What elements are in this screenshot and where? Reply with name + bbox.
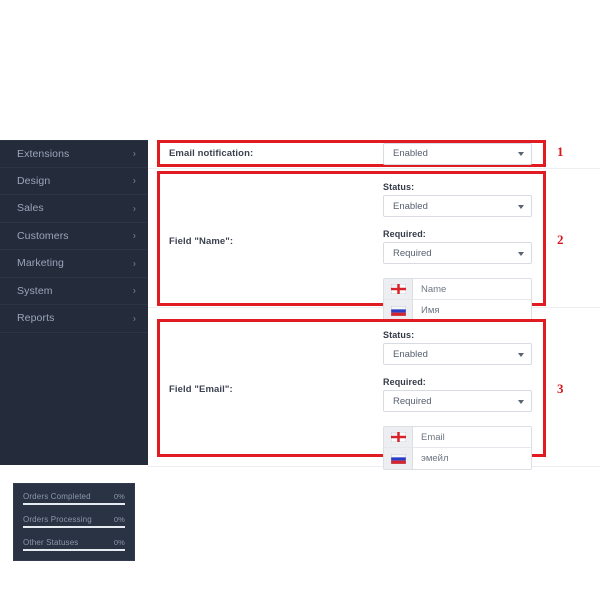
sidebar-item-label: Marketing bbox=[17, 257, 65, 270]
sidebar-item-label: System bbox=[17, 284, 53, 297]
panel-email-notification: Email notification: Enabled bbox=[157, 140, 546, 167]
flag-en-icon bbox=[390, 284, 406, 294]
sidebar-item-label: Customers bbox=[17, 229, 69, 242]
sidebar-item-design[interactable]: Design › bbox=[0, 168, 148, 195]
row-divider bbox=[148, 168, 600, 169]
chevron-right-icon: › bbox=[132, 174, 136, 186]
stat-progress-bar bbox=[23, 503, 125, 505]
panel-field-email: Field "Email": Status: Enabled Required:… bbox=[157, 319, 546, 470]
stat-label: Orders Processing bbox=[23, 515, 92, 524]
stat-orders-processing: Orders Processing 0% bbox=[23, 515, 125, 528]
stat-label: Orders Completed bbox=[23, 492, 91, 501]
sidebar-item-label: Sales bbox=[17, 202, 44, 215]
stat-other-statuses: Other Statuses 0% bbox=[23, 538, 125, 551]
translation-input-ru[interactable]: эмейл bbox=[413, 448, 531, 469]
sidebar-item-customers[interactable]: Customers › bbox=[0, 223, 148, 250]
sidebar-item-label: Design bbox=[17, 174, 51, 187]
select-value: Required bbox=[393, 395, 432, 407]
translation-row-en[interactable]: Name bbox=[384, 279, 531, 300]
order-stats-card: Orders Completed 0% Orders Processing 0%… bbox=[13, 483, 135, 561]
email-required-select[interactable]: Required bbox=[383, 390, 532, 412]
chevron-down-icon bbox=[518, 399, 524, 404]
settings-form: Email notification: Enabled Field "Name"… bbox=[148, 140, 600, 470]
email-status-select[interactable]: Enabled bbox=[383, 343, 532, 365]
select-value: Enabled bbox=[393, 148, 428, 159]
chevron-right-icon: › bbox=[132, 201, 136, 214]
flag-ru-icon bbox=[390, 305, 406, 316]
stat-percent: 0% bbox=[113, 492, 125, 501]
translation-input-ru[interactable]: Имя bbox=[413, 300, 531, 321]
stat-progress-bar bbox=[23, 526, 125, 528]
required-label: Required: bbox=[383, 229, 426, 239]
stat-percent: 0% bbox=[113, 515, 125, 524]
step-number-2: 2 bbox=[557, 232, 564, 247]
chevron-right-icon: › bbox=[132, 229, 136, 241]
chevron-right-icon: › bbox=[132, 256, 136, 269]
chevron-down-icon bbox=[518, 204, 524, 209]
translation-row-ru[interactable]: эмейл bbox=[384, 448, 531, 469]
field-label-email: Field "Email": bbox=[169, 384, 233, 395]
step-number-1: 1 bbox=[557, 144, 564, 159]
sidebar-item-label: Extensions bbox=[17, 147, 70, 160]
chevron-down-icon bbox=[518, 251, 524, 256]
chevron-right-icon: › bbox=[132, 284, 136, 296]
chevron-down-icon bbox=[518, 352, 524, 357]
flag-ru-icon bbox=[384, 300, 413, 321]
field-label-email-notification: Email notification: bbox=[169, 148, 254, 159]
chevron-right-icon: › bbox=[132, 147, 136, 159]
panel-field-name: Field "Name": Status: Enabled Required: … bbox=[157, 171, 546, 322]
flag-en-icon bbox=[390, 432, 406, 442]
divider bbox=[23, 530, 125, 538]
sidebar-item-marketing[interactable]: Marketing › bbox=[0, 250, 148, 278]
status-label: Status: bbox=[383, 182, 415, 192]
flag-ru-icon bbox=[390, 453, 406, 464]
step-number-3: 3 bbox=[557, 381, 564, 396]
sidebar-item-label: Reports bbox=[17, 312, 55, 325]
translation-row-ru[interactable]: Имя bbox=[384, 300, 531, 321]
translation-input-en[interactable]: Name bbox=[413, 279, 531, 299]
translation-row-en[interactable]: Email bbox=[384, 427, 531, 448]
select-value: Enabled bbox=[393, 348, 428, 360]
email-notification-select[interactable]: Enabled bbox=[383, 142, 532, 165]
status-label: Status: bbox=[383, 330, 415, 340]
name-required-select[interactable]: Required bbox=[383, 242, 532, 264]
stat-orders-completed: Orders Completed 0% bbox=[23, 492, 125, 505]
field-label-name: Field "Name": bbox=[169, 236, 234, 247]
admin-settings-screen: Extensions › Design › Sales › Customers … bbox=[0, 0, 600, 600]
flag-ru-icon bbox=[384, 448, 413, 469]
select-value: Enabled bbox=[393, 200, 428, 212]
select-value: Required bbox=[393, 247, 432, 259]
name-translations-group: Name Имя bbox=[383, 278, 532, 322]
email-translations-group: Email эмейл bbox=[383, 426, 532, 470]
sidebar-item-sales[interactable]: Sales › bbox=[0, 195, 148, 223]
stat-label: Other Statuses bbox=[23, 538, 79, 547]
sidebar: Extensions › Design › Sales › Customers … bbox=[0, 140, 148, 561]
stat-percent: 0% bbox=[113, 538, 125, 547]
required-label: Required: bbox=[383, 377, 426, 387]
chevron-right-icon: › bbox=[132, 311, 136, 324]
flag-en-icon bbox=[384, 427, 413, 447]
divider bbox=[23, 507, 125, 515]
translation-input-en[interactable]: Email bbox=[413, 427, 531, 447]
sidebar-item-extensions[interactable]: Extensions › bbox=[0, 140, 148, 168]
sidebar-item-reports[interactable]: Reports › bbox=[0, 305, 148, 333]
stat-progress-bar bbox=[23, 549, 125, 551]
flag-en-icon bbox=[384, 279, 413, 299]
sidebar-item-system[interactable]: System › bbox=[0, 278, 148, 305]
name-status-select[interactable]: Enabled bbox=[383, 195, 532, 217]
chevron-down-icon bbox=[518, 152, 524, 156]
